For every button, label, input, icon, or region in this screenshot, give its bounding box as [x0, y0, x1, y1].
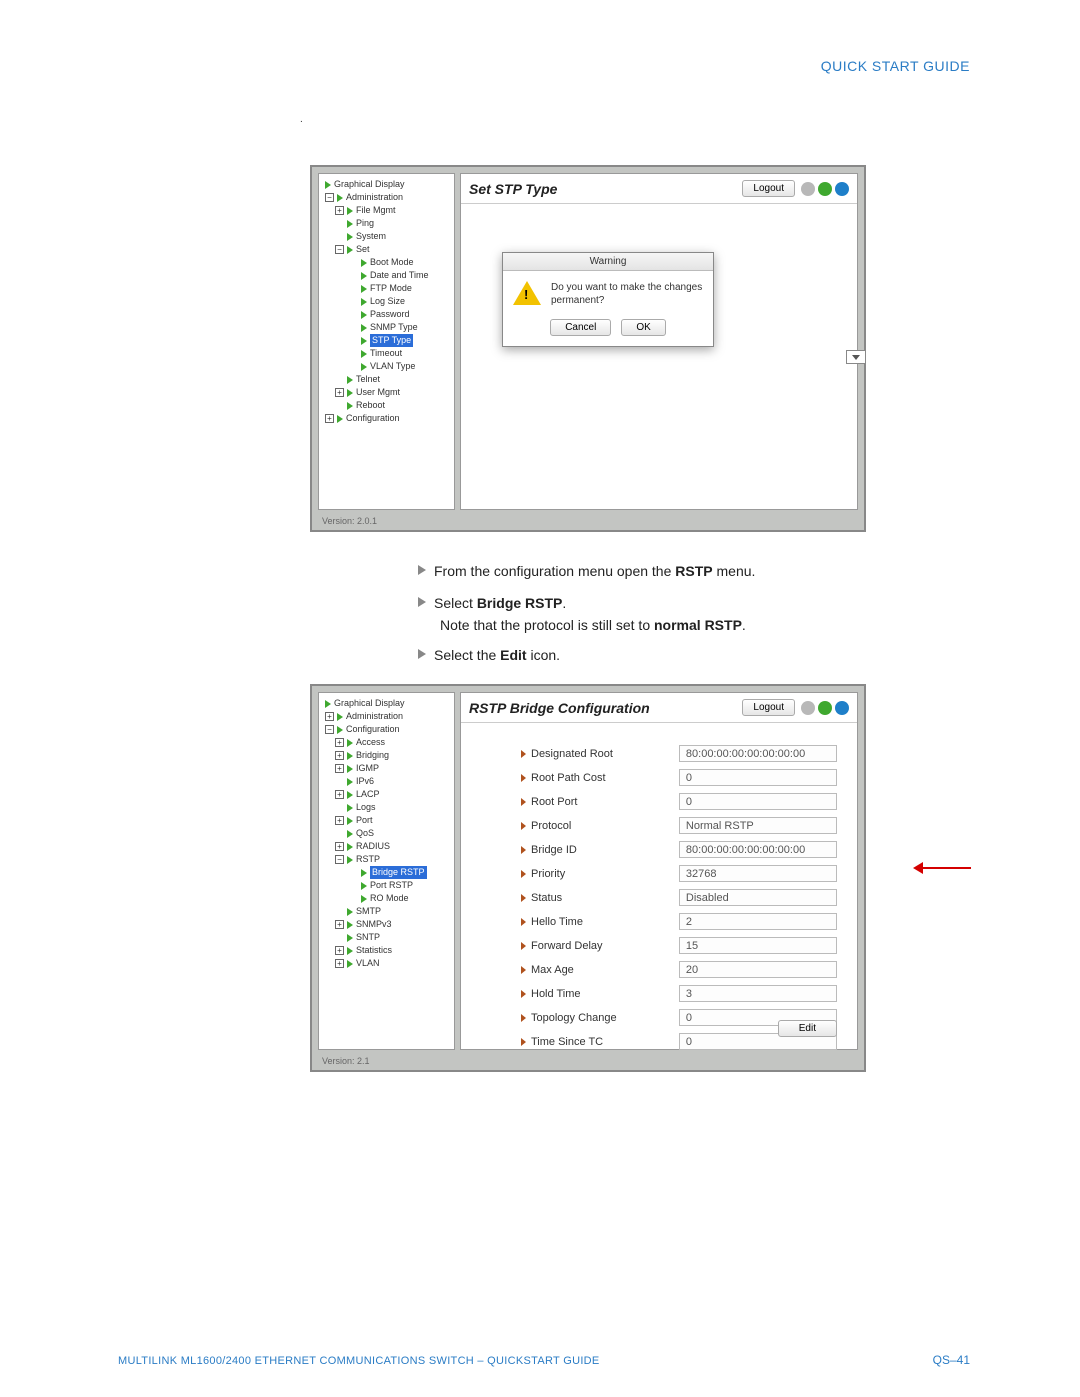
tree-configuration[interactable]: +Configuration [321, 412, 452, 425]
save-icon[interactable] [801, 701, 815, 715]
field-hold-time: Hold Time3 [521, 985, 837, 1002]
field-root-port: Root Port0 [521, 793, 837, 810]
tree-igmp[interactable]: +IGMP [321, 762, 452, 775]
refresh-icon[interactable] [818, 701, 832, 715]
tree-system[interactable]: System [321, 230, 452, 243]
field-protocol: ProtocolNormal RSTP [521, 817, 837, 834]
logout-button-2[interactable]: Logout [742, 699, 795, 716]
tree-graphical-display[interactable]: Graphical Display [321, 178, 452, 191]
tree-set[interactable]: −Set [321, 243, 452, 256]
version-text-2: Version: 2.1 [322, 1056, 370, 1066]
tree-ftp-mode[interactable]: FTP Mode [321, 282, 452, 295]
tree-vlan-type[interactable]: VLAN Type [321, 360, 452, 373]
tree-bridging[interactable]: +Bridging [321, 749, 452, 762]
tree-bridge-rstp[interactable]: Bridge RSTP [321, 866, 452, 879]
field-bridge-id: Bridge ID80:00:00:00:00:00:00:00 [521, 841, 837, 858]
nav-tree-2: Graphical Display +Administration −Confi… [318, 692, 455, 1050]
tree-boot-mode[interactable]: Boot Mode [321, 256, 452, 269]
ok-button[interactable]: OK [621, 319, 665, 336]
field-max-age: Max Age20 [521, 961, 837, 978]
panel-title-2: RSTP Bridge Configuration [469, 700, 650, 716]
content-header-2: RSTP Bridge Configuration Logout [461, 693, 857, 723]
tree-sntp[interactable]: SNTP [321, 931, 452, 944]
tree-administration[interactable]: −Administration [321, 191, 452, 204]
dialog-title: Warning [503, 253, 713, 271]
bullet-icon [418, 597, 426, 607]
bullet-icon [418, 565, 426, 575]
content-header: Set STP Type Logout [461, 174, 857, 204]
tree-date-time[interactable]: Date and Time [321, 269, 452, 282]
panel-title: Set STP Type [469, 181, 557, 197]
tree-reboot[interactable]: Reboot [321, 399, 452, 412]
tree-qos[interactable]: QoS [321, 827, 452, 840]
refresh-icon[interactable] [818, 182, 832, 196]
edit-button[interactable]: Edit [778, 1020, 837, 1037]
instruction-1: From the configuration menu open the RST… [418, 560, 898, 582]
tree-port[interactable]: +Port [321, 814, 452, 827]
instruction-2-note: Note that the protocol is still set to n… [440, 614, 920, 636]
tree-snmp-type[interactable]: SNMP Type [321, 321, 452, 334]
cancel-button[interactable]: Cancel [550, 319, 611, 336]
tree-user-mgmt[interactable]: +User Mgmt [321, 386, 452, 399]
instruction-3: Select the Edit icon. [418, 644, 898, 666]
tree-port-rstp[interactable]: Port RSTP [321, 879, 452, 892]
tree-vlan[interactable]: +VLAN [321, 957, 452, 970]
field-hello-time: Hello Time2 [521, 913, 837, 930]
period-dot: . [300, 114, 303, 125]
tree-configuration[interactable]: −Configuration [321, 723, 452, 736]
tree-timeout[interactable]: Timeout [321, 347, 452, 360]
tree-radius[interactable]: +RADIUS [321, 840, 452, 853]
tree-ipv6[interactable]: IPv6 [321, 775, 452, 788]
help-icon[interactable] [835, 701, 849, 715]
tree-file-mgmt[interactable]: +File Mgmt [321, 204, 452, 217]
stp-type-dropdown[interactable] [846, 350, 866, 364]
tree-administration[interactable]: +Administration [321, 710, 452, 723]
version-text: Version: 2.0.1 [322, 516, 377, 526]
field-designated-root: Designated Root80:00:00:00:00:00:00:00 [521, 745, 837, 762]
tree-smtp[interactable]: SMTP [321, 905, 452, 918]
tree-log-size[interactable]: Log Size [321, 295, 452, 308]
tree-logs[interactable]: Logs [321, 801, 452, 814]
logout-button[interactable]: Logout [742, 180, 795, 197]
dialog-message: Do you want to make the changes permanen… [551, 281, 703, 307]
tree-password[interactable]: Password [321, 308, 452, 321]
nav-tree: Graphical Display −Administration +File … [318, 173, 455, 510]
tree-ping[interactable]: Ping [321, 217, 452, 230]
screenshot-rstp-bridge: Graphical Display +Administration −Confi… [310, 684, 866, 1072]
field-forward-delay: Forward Delay15 [521, 937, 837, 954]
tree-rstp[interactable]: −RSTP [321, 853, 452, 866]
field-root-path-cost: Root Path Cost0 [521, 769, 837, 786]
bullet-icon [418, 649, 426, 659]
warning-dialog: Warning Do you want to make the changes … [502, 252, 714, 347]
tree-statistics[interactable]: +Statistics [321, 944, 452, 957]
tree-telnet[interactable]: Telnet [321, 373, 452, 386]
warning-icon [513, 281, 541, 305]
screenshot-stp-type: Graphical Display −Administration +File … [310, 165, 866, 532]
page-number: QS–41 [933, 1353, 970, 1367]
content-panel-rstp: RSTP Bridge Configuration Logout Designa… [460, 692, 858, 1050]
field-status: StatusDisabled [521, 889, 837, 906]
page-header: QUICK START GUIDE [821, 58, 970, 74]
tree-access[interactable]: +Access [321, 736, 452, 749]
tree-graphical-display[interactable]: Graphical Display [321, 697, 452, 710]
save-icon[interactable] [801, 182, 815, 196]
field-priority: Priority32768 [521, 865, 837, 882]
footer-title: MULTILINK ML1600/2400 ETHERNET COMMUNICA… [118, 1355, 600, 1367]
help-icon[interactable] [835, 182, 849, 196]
tree-stp-type[interactable]: STP Type [321, 334, 452, 347]
tree-ro-mode[interactable]: RO Mode [321, 892, 452, 905]
tree-lacp[interactable]: +LACP [321, 788, 452, 801]
instruction-2: Select Bridge RSTP. [418, 592, 898, 614]
tree-snmpv3[interactable]: +SNMPv3 [321, 918, 452, 931]
rstp-fields: Designated Root80:00:00:00:00:00:00:00 R… [521, 745, 837, 1057]
